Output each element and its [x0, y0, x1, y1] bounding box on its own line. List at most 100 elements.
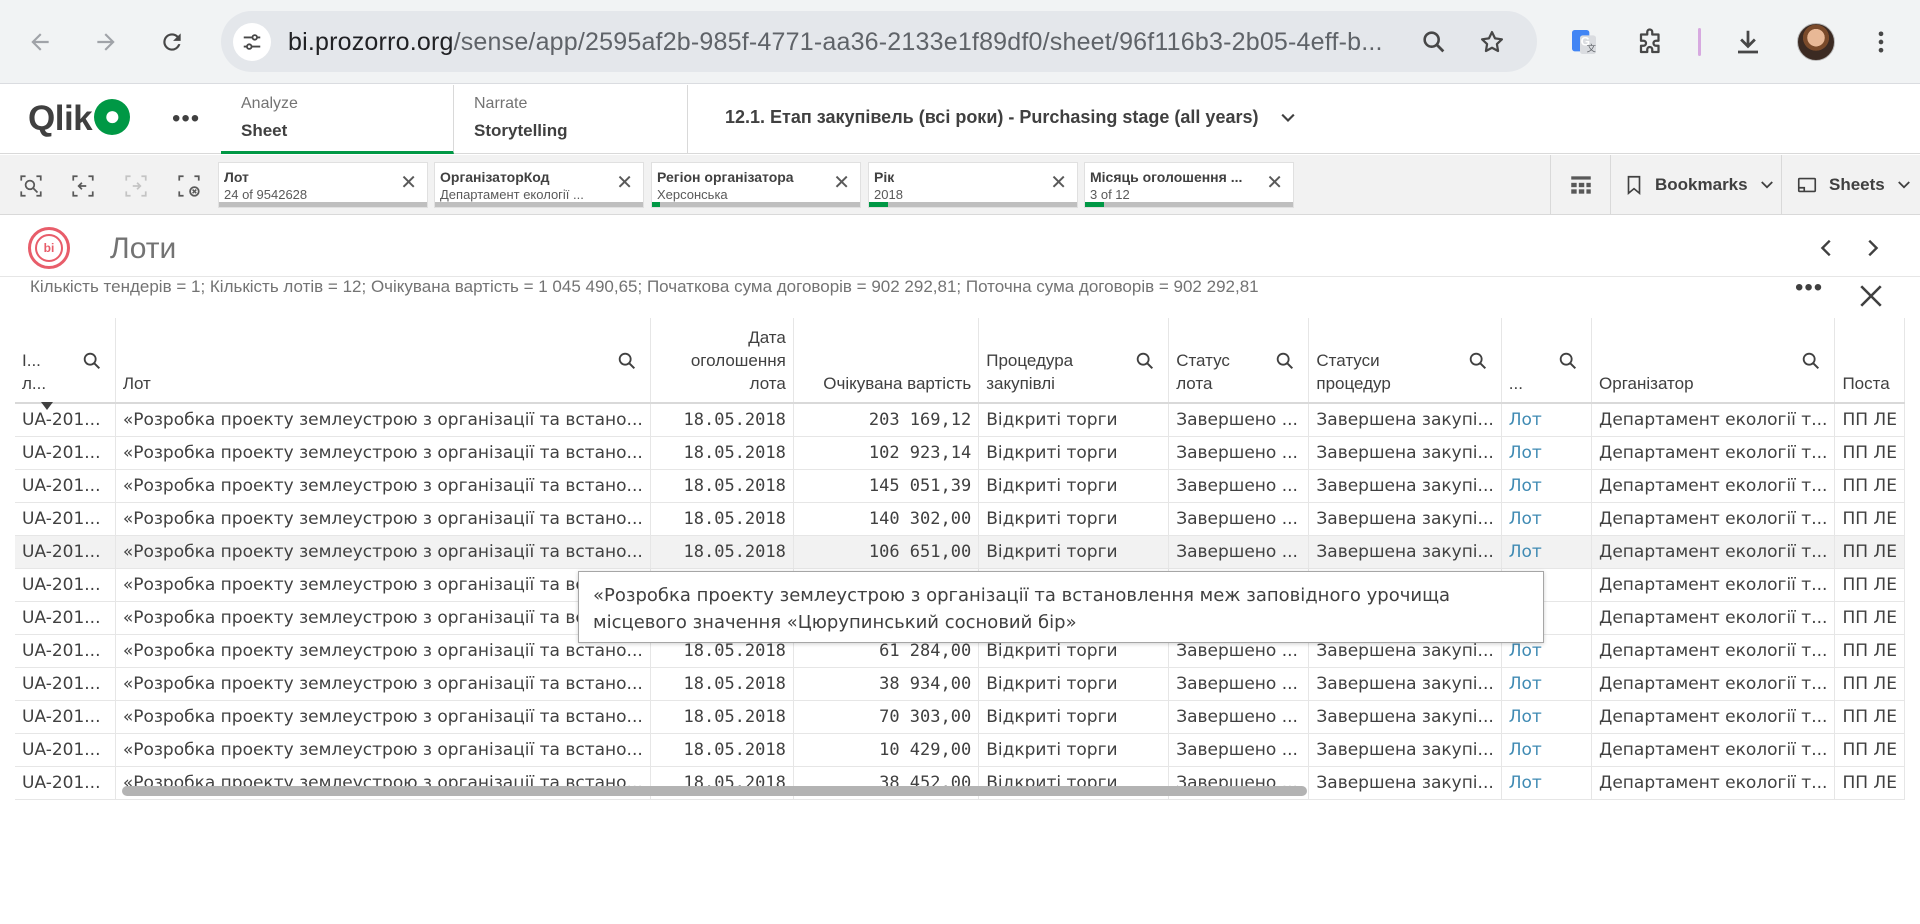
cell-lot: «Розробка проекту землеустрою з організа… — [115, 535, 651, 569]
cell-procedure-status: Завершена закупі... — [1308, 700, 1502, 734]
column-header-expected-value[interactable]: Очікувана вартість — [793, 318, 980, 404]
selection-state-bar — [1085, 202, 1293, 207]
selection-chip-organizer-code[interactable]: ОрганізаторКод Департамент екології ... … — [434, 162, 644, 208]
cell-expected-value: 38 934,00 — [793, 667, 980, 701]
clear-selection-icon[interactable]: ✕ — [1266, 173, 1283, 193]
download-icon[interactable] — [1726, 20, 1770, 64]
selection-state-bar — [869, 202, 1077, 207]
cell-lot: «Розробка проекту землеустрою з організа… — [115, 436, 651, 470]
clear-selection-icon[interactable]: ✕ — [1050, 173, 1067, 193]
bookmark-star-icon[interactable] — [1475, 25, 1509, 59]
cell-link[interactable]: Лот — [1501, 667, 1593, 701]
cell-link[interactable]: Лот — [1501, 469, 1593, 503]
selection-chip-region[interactable]: Регіон організатора Херсонська ✕ — [651, 162, 861, 208]
column-header-id[interactable]: І... л... — [15, 318, 116, 410]
smart-search-button[interactable] — [1550, 155, 1610, 214]
cell-lot: «Розробка проекту землеустрою з організа… — [115, 403, 651, 437]
zoom-icon[interactable] — [1417, 25, 1451, 59]
column-header-procedure-status[interactable]: Статуси процедур — [1308, 318, 1502, 404]
forward-button[interactable] — [86, 22, 126, 62]
next-sheet-button[interactable] — [1860, 236, 1884, 260]
lots-table[interactable]: І... л... Лот Дата оголошення лота Очіку… — [15, 318, 1905, 802]
table-row[interactable]: UA-201... «Розробка проекту землеустрою з… — [15, 469, 1905, 503]
table-row[interactable]: UA-201... «Розробка проекту землеустрою з… — [15, 502, 1905, 536]
column-header-link[interactable]: ... — [1501, 318, 1593, 404]
clear-selection-icon[interactable]: ✕ — [833, 173, 850, 193]
selection-chip-year[interactable]: Рік 2018 ✕ — [868, 162, 1078, 208]
cell-link[interactable]: Лот — [1501, 535, 1593, 569]
cell-link[interactable]: Лот — [1501, 502, 1593, 536]
reload-button[interactable] — [152, 22, 192, 62]
tune-icon — [243, 34, 261, 50]
search-icon[interactable] — [1467, 350, 1489, 372]
table-row[interactable]: UA-201... «Розробка проекту землеустрою з… — [15, 700, 1905, 734]
url-text[interactable]: bi.prozorro.org/sense/app/2595af2b-985f-… — [288, 28, 1398, 57]
horizontal-scrollbar[interactable] — [122, 786, 1307, 796]
column-header-procedure[interactable]: Процедура закупівлі — [978, 318, 1170, 404]
column-header-organizer[interactable]: Організатор — [1591, 318, 1836, 404]
column-header-lot[interactable]: Лот — [115, 318, 651, 404]
step-back-icon[interactable] — [68, 171, 98, 201]
cell-id: UA-201... — [15, 568, 116, 602]
tab-analyze-sheet[interactable]: Analyze Sheet — [221, 85, 454, 154]
site-info-button[interactable] — [233, 23, 271, 61]
search-icon[interactable] — [1134, 350, 1156, 372]
table-row[interactable]: UA-201... «Розробка проекту землеустрою з… — [15, 436, 1905, 470]
global-menu-icon[interactable]: ••• — [172, 105, 200, 133]
sheet-title-dropdown[interactable]: 12.1. Етап закупівель (всі роки) - Purch… — [725, 107, 1298, 128]
table-row[interactable]: UA-201... «Розробка проекту землеустрою з… — [15, 403, 1905, 437]
selections-bar: Лот 24 of 9542628 ✕ ОрганізаторКод Депар… — [0, 155, 1920, 215]
selection-chip-lot[interactable]: Лот 24 of 9542628 ✕ — [218, 162, 428, 208]
cell-lot-status: Завершено ... — [1168, 469, 1310, 503]
cell-organizer: Департамент екології т... — [1591, 667, 1836, 701]
chip-value: Департамент екології ... — [440, 187, 584, 202]
cell-link[interactable]: Лот — [1501, 766, 1593, 800]
cell-date: 18.05.2018 — [650, 469, 794, 503]
search-icon[interactable] — [81, 350, 103, 372]
clear-selection-icon[interactable]: ✕ — [400, 173, 417, 193]
url-path: /sense/app/2595af2b-985f-4771-aa36-2133e… — [453, 28, 1383, 56]
qlik-logo[interactable]: Qlik ● — [28, 99, 131, 139]
cell-id: UA-201... — [15, 535, 116, 569]
search-icon[interactable] — [1800, 350, 1822, 372]
selections-tool-icon[interactable] — [16, 171, 46, 201]
cell-date: 18.05.2018 — [650, 667, 794, 701]
cell-supplier: ПП ЛЕ — [1834, 733, 1905, 767]
cell-link[interactable]: Лот — [1501, 403, 1593, 437]
cell-procedure-status: Завершена закупі... — [1308, 766, 1502, 800]
back-button[interactable] — [20, 22, 60, 62]
cell-organizer: Департамент екології т... — [1591, 436, 1836, 470]
profile-avatar[interactable] — [1797, 23, 1835, 61]
qlik-header: Qlik ● ••• Analyze Sheet Narrate Storytel… — [0, 85, 1920, 154]
cell-link[interactable]: Лот — [1501, 700, 1593, 734]
clear-all-icon[interactable] — [174, 171, 204, 201]
bookmark-icon — [1627, 175, 1641, 195]
cell-link[interactable]: Лот — [1501, 436, 1593, 470]
clear-selection-icon[interactable]: ✕ — [616, 173, 633, 193]
search-icon[interactable] — [1557, 350, 1579, 372]
column-header-supplier[interactable]: Поста — [1834, 318, 1905, 404]
chevron-down-icon — [1278, 107, 1298, 128]
column-header-lot-status[interactable]: Статус лота — [1168, 318, 1310, 404]
search-icon[interactable] — [616, 350, 638, 372]
header-label: Дата оголошення лота — [690, 328, 786, 393]
previous-sheet-button[interactable] — [1815, 236, 1839, 260]
cell-id: UA-201... — [15, 667, 116, 701]
table-row[interactable]: UA-201... «Розробка проекту землеустрою з… — [15, 667, 1905, 701]
cell-link[interactable]: Лот — [1501, 733, 1593, 767]
browser-menu-icon[interactable] — [1859, 20, 1903, 64]
step-forward-icon[interactable] — [121, 171, 151, 201]
object-menu-icon[interactable]: ••• — [1795, 276, 1823, 300]
tab-narrate-storytelling[interactable]: Narrate Storytelling — [454, 85, 688, 154]
exit-fullscreen-icon[interactable] — [1858, 283, 1884, 309]
selection-chip-month[interactable]: Місяць оголошення ... 3 of 12 ✕ — [1084, 162, 1294, 208]
address-bar[interactable]: bi.prozorro.org/sense/app/2595af2b-985f-… — [221, 11, 1537, 72]
table-row[interactable]: UA-201... «Розробка проекту землеустрою з… — [15, 733, 1905, 767]
bookmarks-button[interactable]: Bookmarks — [1610, 155, 1781, 214]
table-row[interactable]: UA-201... «Розробка проекту землеустрою з… — [15, 535, 1905, 569]
search-icon[interactable] — [1274, 350, 1296, 372]
google-translate-icon[interactable]: G文 — [1562, 20, 1606, 64]
sheets-button[interactable]: Sheets — [1781, 155, 1920, 214]
column-header-date[interactable]: Дата оголошення лота — [650, 318, 794, 404]
extensions-puzzle-icon[interactable] — [1629, 20, 1673, 64]
